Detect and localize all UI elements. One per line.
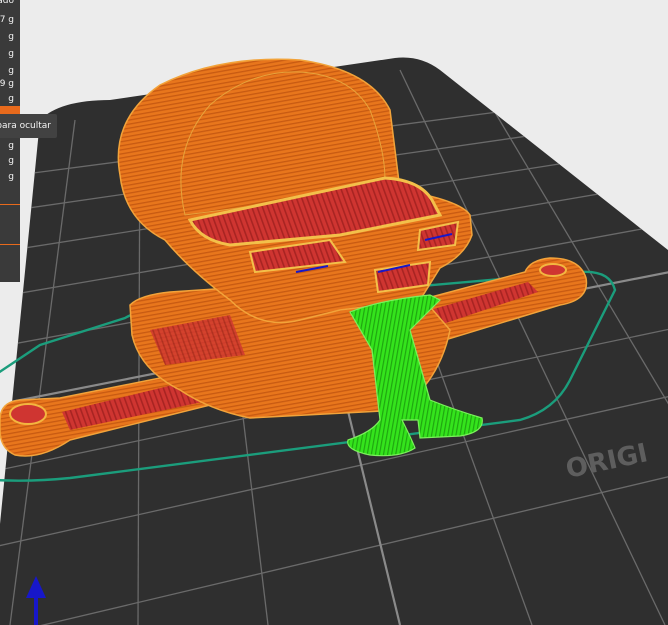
left-arm-hole bbox=[9, 403, 47, 425]
legend-row: g bbox=[8, 141, 14, 151]
legend-separator bbox=[0, 204, 20, 205]
legend-row: 9 g bbox=[0, 79, 14, 89]
3d-preview-viewport[interactable]: ORIGI bbox=[0, 0, 668, 625]
legend-panel: ado 7 g g g g 9 g g g g g bbox=[0, 0, 20, 282]
legend-row: 7 g bbox=[0, 15, 14, 25]
legend-row: g bbox=[8, 172, 14, 182]
legend-row: g bbox=[8, 94, 14, 104]
legend-row: g bbox=[8, 156, 14, 166]
right-arm-hole bbox=[539, 263, 567, 277]
legend-row: g bbox=[8, 32, 14, 42]
hide-tooltip: para ocultar bbox=[0, 114, 57, 138]
legend-row: g bbox=[8, 49, 14, 59]
legend-separator bbox=[0, 244, 20, 245]
